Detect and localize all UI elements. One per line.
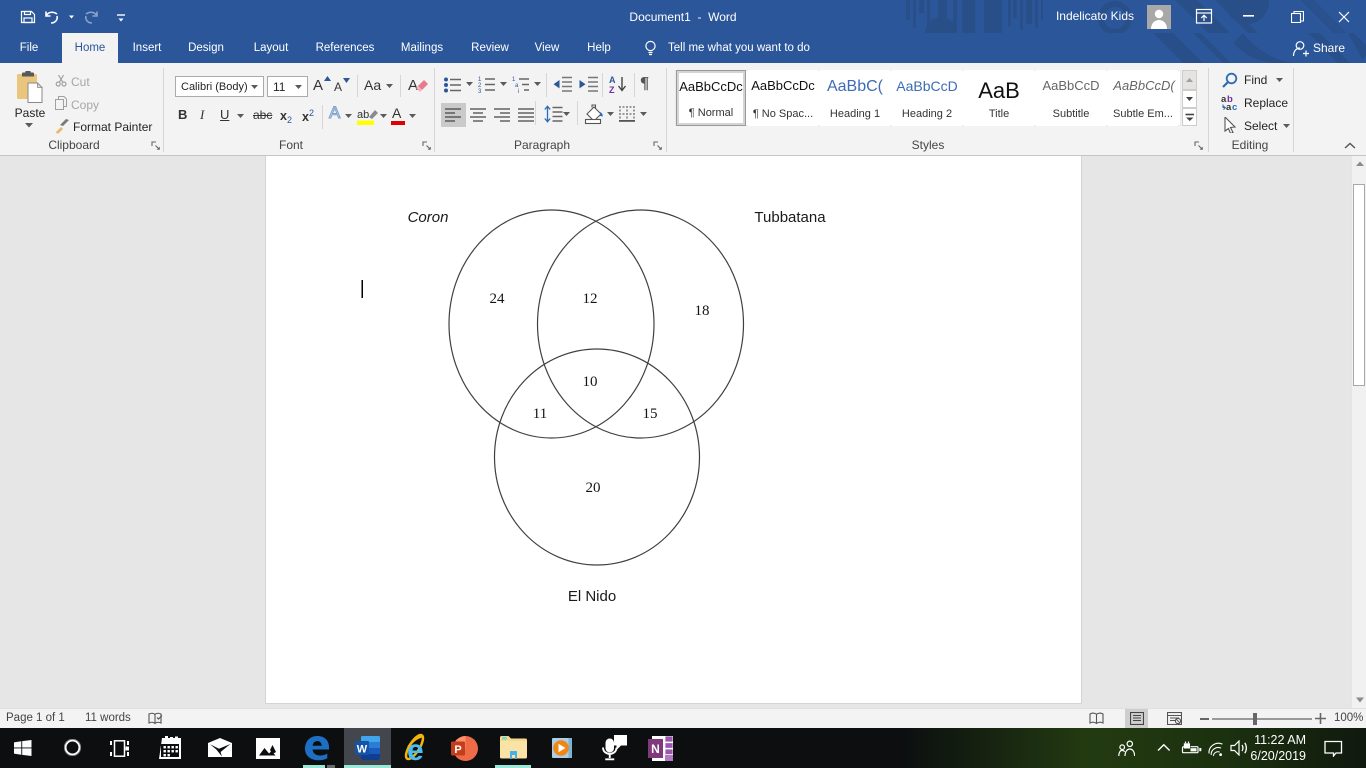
svg-text:ab: ab [357,109,369,121]
svg-text:20: 20 [586,480,601,496]
svg-text:11: 11 [533,406,547,422]
svg-text:Coron: Coron [408,209,449,226]
svg-text:3: 3 [478,89,482,93]
svg-text:P: P [454,744,461,756]
svg-text:i: i [518,89,519,93]
svg-text:15: 15 [643,406,658,422]
svg-text:12: 12 [583,291,598,307]
svg-text:N: N [651,742,660,756]
svg-text:18: 18 [695,303,710,319]
svg-text:Tubbatana: Tubbatana [754,209,826,226]
svg-text:W: W [357,744,368,756]
svg-text:El Nido: El Nido [568,588,616,605]
svg-text:10: 10 [583,374,598,390]
svg-text:A: A [408,77,418,94]
svg-text:c: c [1232,102,1237,111]
svg-text:A: A [609,75,616,85]
svg-text:24: 24 [490,291,506,307]
svg-text:Z: Z [609,85,615,94]
